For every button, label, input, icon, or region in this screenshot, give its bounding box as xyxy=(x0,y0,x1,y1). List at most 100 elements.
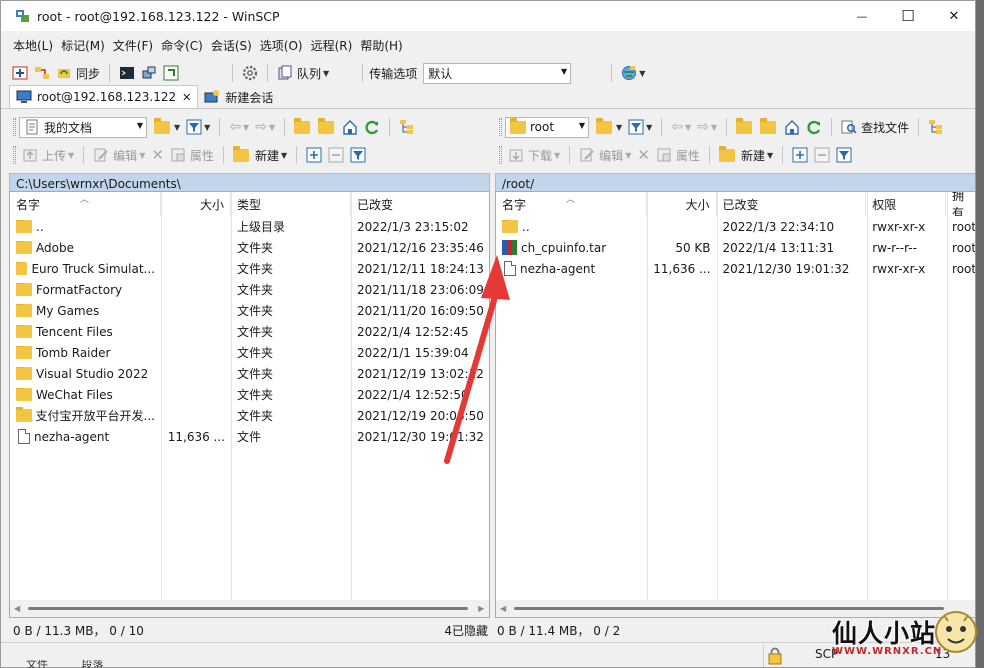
file-row[interactable]: nezha-agent 11,636 ... 文件 2021/12/30 19:01:… xyxy=(10,426,489,447)
remote-refresh-button[interactable] xyxy=(803,116,825,138)
remote-new-button[interactable]: 新建 ▼ xyxy=(716,144,776,166)
file-row[interactable]: ch_cpuinfo.tar 50 KB 2022/1/4 13:11:31 rw-r… xyxy=(496,237,975,258)
file-row[interactable]: My Games 文件夹 2021/11/20 16:09:50 xyxy=(10,300,489,321)
open-putty-button[interactable] xyxy=(138,62,160,84)
remote-tree-button[interactable] xyxy=(925,116,947,138)
compare-dirs-button[interactable] xyxy=(9,62,31,84)
local-filter-select-button[interactable] xyxy=(347,144,369,166)
upload-button[interactable]: 上传 ▼ xyxy=(19,144,77,166)
file-row[interactable]: .. 上级目录 2022/1/3 23:15:02 xyxy=(10,216,489,237)
sites-button[interactable]: ▼ xyxy=(618,62,648,84)
col-size[interactable]: 大小 xyxy=(647,192,717,216)
local-new-button[interactable]: 新建 ▼ xyxy=(230,144,290,166)
file-row[interactable]: .. 2022/1/3 22:34:10 rwxr-xr-x root xyxy=(496,216,975,237)
col-type[interactable]: 类型 xyxy=(231,192,351,216)
menu-session[interactable]: 会话(S) xyxy=(207,37,256,54)
toolbar-separator xyxy=(611,64,613,82)
menu-mark[interactable]: 标记(M) xyxy=(57,37,109,54)
queue-button[interactable]: 队列 ▼ xyxy=(274,62,332,84)
local-edit-button[interactable]: 编辑 ▼ xyxy=(90,144,148,166)
col-name[interactable]: 名字 ︿ xyxy=(10,192,161,216)
remote-forward-button[interactable]: ⇨ ▼ xyxy=(694,116,720,138)
download-button[interactable]: 下载 ▼ xyxy=(505,144,563,166)
minimize-button[interactable]: — xyxy=(839,1,885,31)
local-unselect-button[interactable] xyxy=(325,144,347,166)
menu-help[interactable]: 帮助(H) xyxy=(356,37,406,54)
local-forward-button[interactable]: ⇨ ▼ xyxy=(252,116,278,138)
col-changed[interactable]: 已改变 xyxy=(717,192,867,216)
close-window-button[interactable]: ✕ xyxy=(931,1,975,31)
menu-options[interactable]: 选项(O) xyxy=(256,37,307,54)
col-changed[interactable]: 已改变 xyxy=(351,192,489,216)
remote-filter-button[interactable]: ▼ xyxy=(625,116,655,138)
col-owner[interactable]: 拥有 xyxy=(946,192,975,216)
scrollbar-thumb[interactable] xyxy=(28,607,469,610)
file-row[interactable]: Visual Studio 2022 文件夹 2021/12/19 13:02:12 xyxy=(10,363,489,384)
remote-filter-select-button[interactable] xyxy=(833,144,855,166)
remote-parent-dir-button[interactable] xyxy=(733,116,757,138)
putty-icon xyxy=(142,66,156,79)
open-terminal-button[interactable] xyxy=(116,62,138,84)
local-back-button[interactable]: ⇦ ▼ xyxy=(226,116,252,138)
tab-new-session[interactable]: 新建会话 xyxy=(198,86,279,108)
remote-select-button[interactable] xyxy=(789,144,811,166)
local-delete-button[interactable]: ✕ xyxy=(148,144,167,166)
menu-files[interactable]: 文件(F) xyxy=(109,37,157,54)
tab-session-root[interactable]: root@192.168.123.122 ✕ xyxy=(9,85,199,108)
file-row[interactable]: FormatFactory 文件夹 2021/11/18 23:06:09 xyxy=(10,279,489,300)
scroll-left-icon[interactable]: ◀ xyxy=(500,604,506,613)
transfer-settings-select[interactable]: 默认 ▼ xyxy=(423,62,572,84)
local-filter-button[interactable]: ▼ xyxy=(183,116,213,138)
new-window-button[interactable] xyxy=(160,62,182,84)
local-properties-button[interactable]: 属性 xyxy=(167,144,217,166)
file-row[interactable]: 支付宝开放平台开发... 文件夹 2021/12/19 20:06:50 xyxy=(10,405,489,426)
toolbar-grip xyxy=(13,118,16,136)
local-horizontal-scrollbar[interactable]: ◀ ▶ xyxy=(10,600,489,617)
local-tree-button[interactable] xyxy=(396,116,418,138)
remote-file-list[interactable]: 名字 ︿ 大小 已改变 权限 拥有 .. 2022/1/3 22:34:10 rwxr… xyxy=(495,191,975,618)
close-tab-icon[interactable]: ✕ xyxy=(182,91,191,104)
local-location-select[interactable]: 我的文档 ▼ xyxy=(19,116,147,138)
local-select-button[interactable] xyxy=(303,144,325,166)
remote-unselect-button[interactable] xyxy=(811,144,833,166)
title-bar[interactable]: root - root@192.168.123.122 - WinSCP — ☐… xyxy=(1,1,975,31)
local-refresh-button[interactable] xyxy=(361,116,383,138)
back-arrow-icon: ⇦ xyxy=(229,119,242,135)
file-row[interactable]: Adobe 文件夹 2021/12/16 23:35:46 xyxy=(10,237,489,258)
local-parent-dir-button[interactable] xyxy=(291,116,315,138)
maximize-button[interactable]: ☐ xyxy=(885,1,931,31)
synchronize-browsing-button[interactable] xyxy=(31,62,53,84)
find-files-button[interactable]: 查找文件 xyxy=(838,116,912,138)
local-open-dir-button[interactable]: ▼ xyxy=(151,116,183,138)
remote-home-button[interactable] xyxy=(781,116,803,138)
menu-local[interactable]: 本地(L) xyxy=(9,37,57,54)
file-row[interactable]: Tencent Files 文件夹 2022/1/4 12:52:45 xyxy=(10,321,489,342)
remote-properties-button[interactable]: 属性 xyxy=(653,144,703,166)
menu-remote[interactable]: 远程(R) xyxy=(307,37,357,54)
col-rights[interactable]: 权限 xyxy=(866,192,947,216)
remote-edit-button[interactable]: 编辑 ▼ xyxy=(576,144,634,166)
local-file-list[interactable]: 名字 ︿ 大小 类型 已改变 .. 上级目录 2022/1/3 23:15:02 Ado… xyxy=(9,191,490,618)
file-row[interactable]: Euro Truck Simulat... 文件夹 2021/12/11 18:24… xyxy=(10,258,489,279)
file-row[interactable]: nezha-agent 11,636 ... 2021/12/30 19:01:32… xyxy=(496,258,975,279)
local-root-dir-button[interactable] xyxy=(315,116,339,138)
remote-back-button[interactable]: ⇦ ▼ xyxy=(668,116,694,138)
scroll-left-icon[interactable]: ◀ xyxy=(14,604,20,613)
file-changed-cell: 2021/12/11 18:24:13 xyxy=(357,261,484,276)
remote-status: 0 B / 11.4 MB， 0 / 2 xyxy=(497,618,797,642)
remote-root-dir-button[interactable] xyxy=(757,116,781,138)
col-name[interactable]: 名字 ︿ xyxy=(496,192,647,216)
remote-location-select[interactable]: root ▼ xyxy=(505,116,589,138)
preferences-button[interactable] xyxy=(239,62,261,84)
synchronize-button[interactable]: 同步 xyxy=(53,62,103,84)
local-rows: .. 上级目录 2022/1/3 23:15:02 Adobe 文件夹 2021/12/1… xyxy=(10,216,489,447)
file-row[interactable]: Tomb Raider 文件夹 2022/1/1 15:39:04 xyxy=(10,342,489,363)
new-session-icon xyxy=(204,90,220,103)
menu-commands[interactable]: 命令(C) xyxy=(157,37,207,54)
remote-delete-button[interactable]: ✕ xyxy=(634,144,653,166)
col-size[interactable]: 大小 xyxy=(161,192,231,216)
local-home-button[interactable] xyxy=(339,116,361,138)
remote-open-dir-button[interactable]: ▼ xyxy=(593,116,625,138)
file-row[interactable]: WeChat Files 文件夹 2022/1/4 12:52:50 xyxy=(10,384,489,405)
scroll-right-icon[interactable]: ▶ xyxy=(478,604,484,613)
